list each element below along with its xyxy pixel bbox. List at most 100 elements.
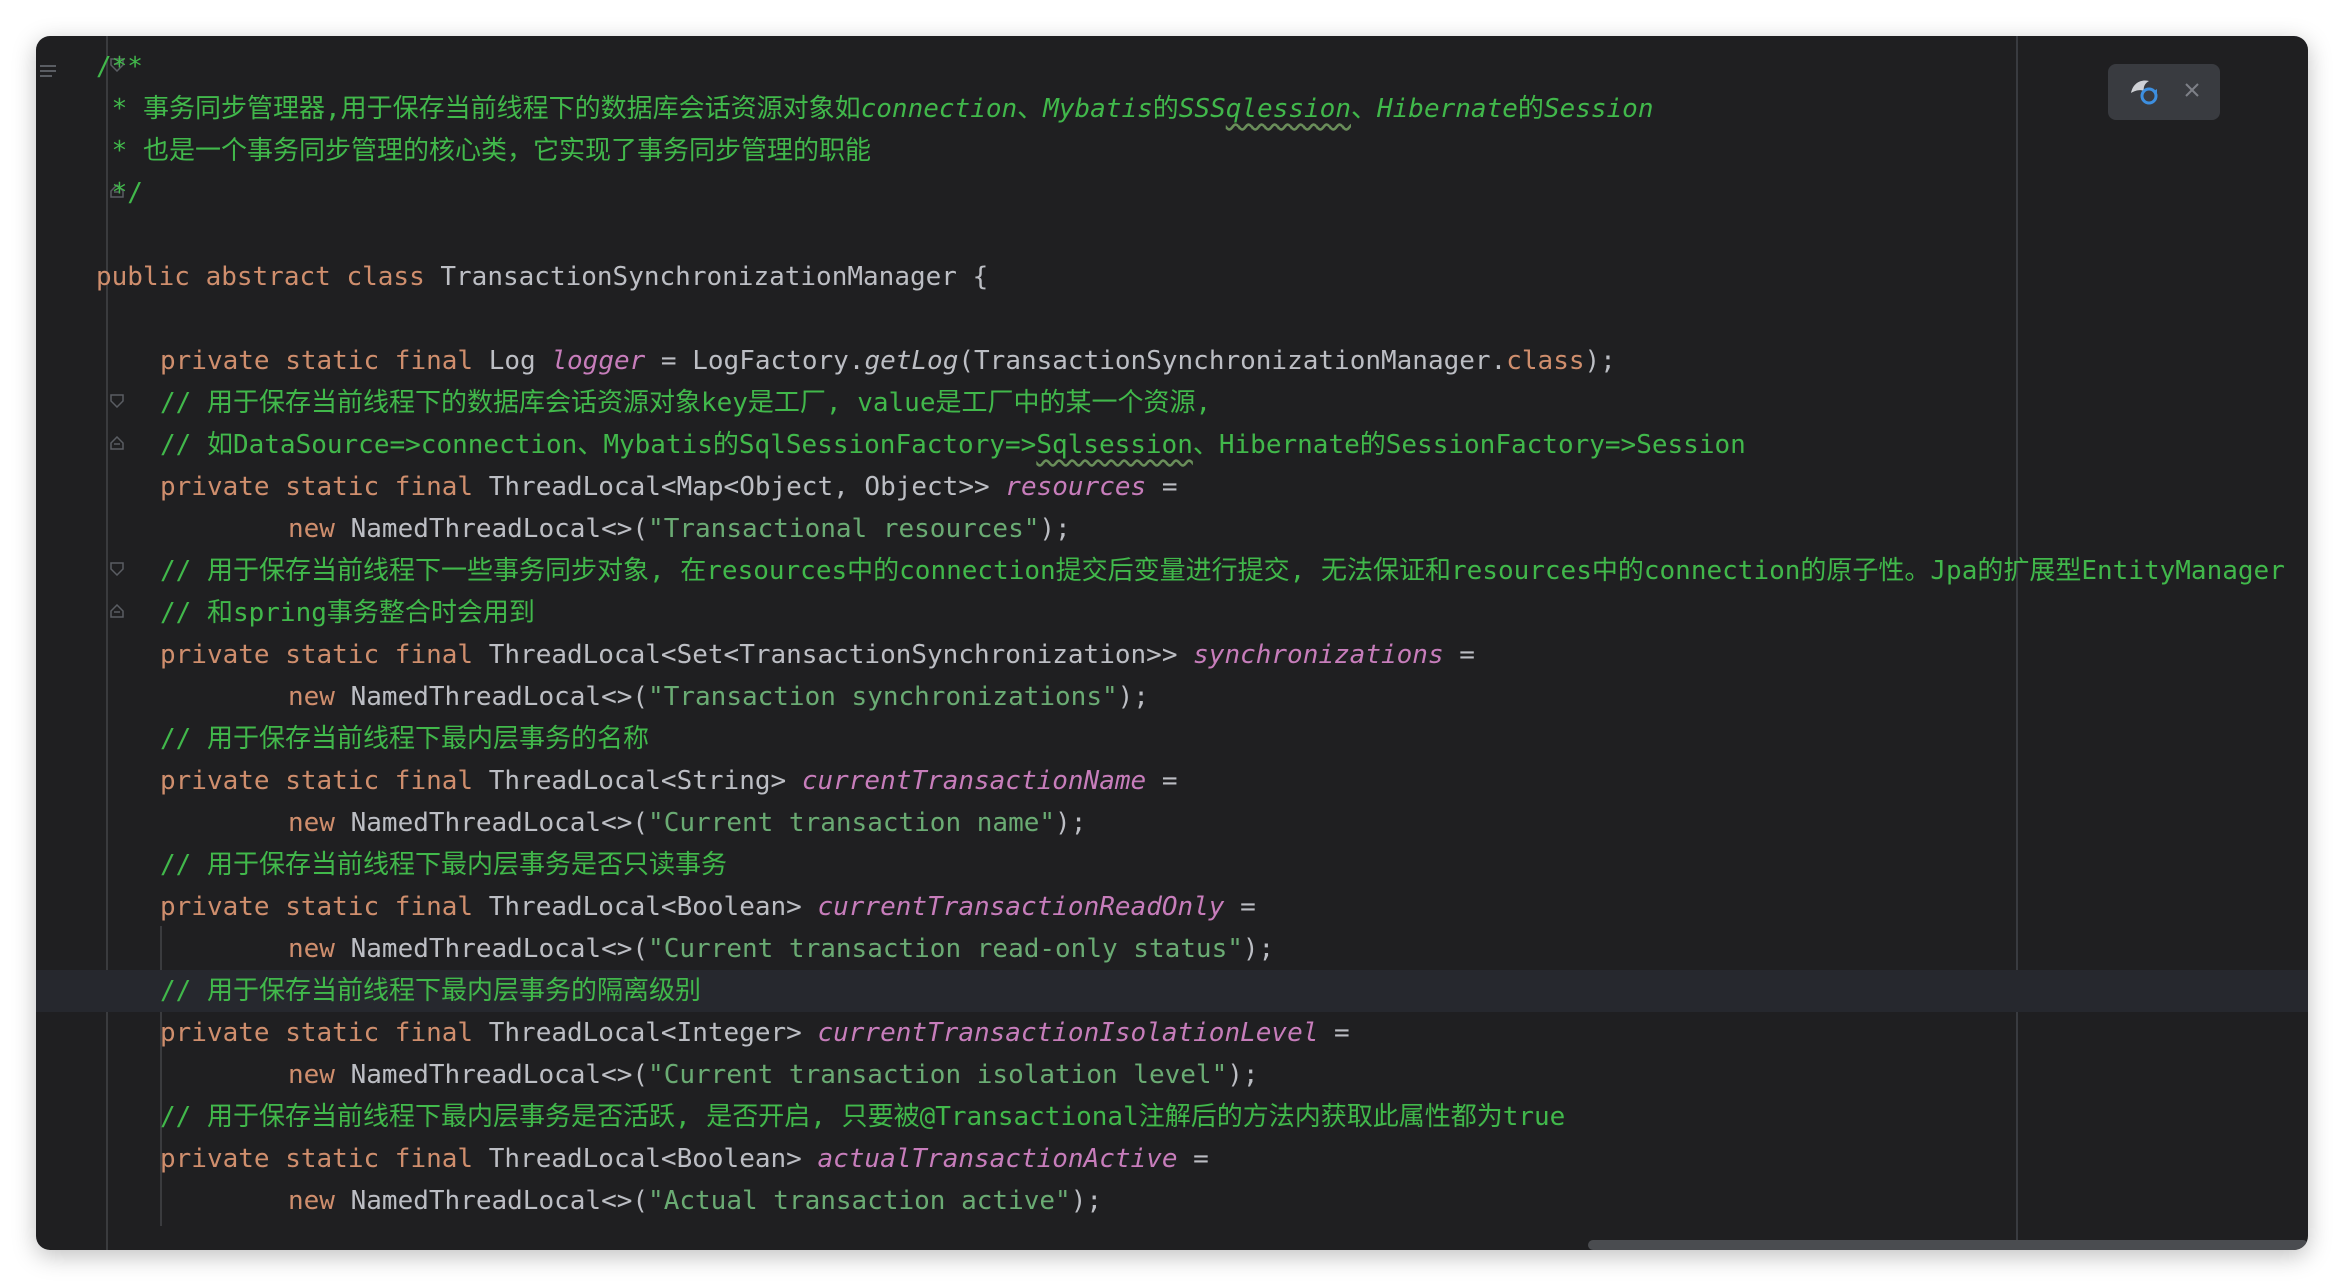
initializer: new NamedThreadLocal<>("Current transact… (288, 802, 1086, 844)
field-declaration: private static final ThreadLocal<Integer… (160, 1012, 1350, 1054)
keyword: class (1506, 346, 1585, 376)
comment-text: 、Hibernate的SessionFactory=>Session (1192, 430, 1746, 460)
line-comment: // 用于保存当前线程下最内层事务是否活跃, 是否开启, 只要被@Transac… (160, 1102, 1566, 1132)
comment-text: * 事务同步管理器,用于保存当前线程下的数据库会话资源对象如 (96, 94, 861, 124)
keyword: new (288, 808, 351, 838)
close-icon[interactable] (2183, 81, 2201, 103)
code-text: ); (1070, 1186, 1102, 1216)
code-line[interactable]: new NamedThreadLocal<>("Current transact… (36, 1054, 2308, 1096)
comment-italic: Mybatis (1043, 94, 1153, 124)
field-name: currentTransactionName (801, 766, 1147, 796)
keyword: private static final (160, 766, 489, 796)
doc-comment-close: */ (96, 178, 143, 208)
method-name: getLog (864, 346, 959, 376)
comment-italic: SSS (1178, 94, 1226, 124)
code-text: ); (1039, 514, 1071, 544)
field-declaration: private static final Log logger = LogFac… (160, 340, 1616, 382)
code-text: ); (1242, 934, 1275, 964)
code-text: = (1177, 1144, 1209, 1174)
code-line[interactable]: // 和spring事务整合时会用到 (36, 592, 2308, 634)
type-name: Log (488, 346, 552, 376)
code-line[interactable]: public abstract class TransactionSynchro… (36, 256, 2308, 298)
string-literal: "Transaction synchronizations" (648, 682, 1118, 712)
type-name: ThreadLocal<Boolean> (488, 892, 818, 922)
code-text: = (1146, 766, 1178, 796)
code-line[interactable]: * 也是一个事务同步管理的核心类，它实现了事务同步管理的职能 (36, 130, 2308, 172)
code-line[interactable]: // 用于保存当前线程下最内层事务是否只读事务 (36, 844, 2308, 886)
class-name: TransactionSynchronizationManager { (440, 262, 989, 292)
code-line[interactable]: private static final ThreadLocal<Boolean… (36, 886, 2308, 928)
field-declaration: private static final ThreadLocal<Map<Obj… (160, 466, 1178, 508)
code-line[interactable]: private static final ThreadLocal<Set<Tra… (36, 634, 2308, 676)
translate-icon[interactable] (2127, 73, 2161, 111)
keyword: private static final (160, 892, 489, 922)
class-declaration: public abstract class TransactionSynchro… (96, 256, 988, 298)
code-line[interactable]: private static final Log logger = LogFac… (36, 340, 2308, 382)
comment-italic: connection (860, 94, 1018, 124)
type-name: ThreadLocal<String> (488, 766, 802, 796)
keyword: public abstract class (96, 262, 441, 292)
code-text: (TransactionSynchronizationManager. (958, 346, 1507, 376)
code-editor[interactable]: /** * 事务同步管理器,用于保存当前线程下的数据库会话资源对象如connec… (36, 36, 2308, 1250)
constructor-call: NamedThreadLocal<>( (350, 514, 649, 544)
typo-word[interactable]: qlession (1226, 94, 1351, 124)
code-text: = (1318, 1018, 1350, 1048)
initializer: new NamedThreadLocal<>("Transaction sync… (288, 676, 1149, 718)
code-text: = (1146, 472, 1178, 502)
typo-word[interactable]: Sqlsession (1036, 430, 1193, 460)
keyword: private static final (160, 640, 489, 670)
code-line[interactable]: private static final ThreadLocal<Boolean… (36, 1138, 2308, 1180)
code-line[interactable]: // 用于保存当前线程下一些事务同步对象, 在resources中的connec… (36, 550, 2308, 592)
code-line[interactable]: // 如DataSource=>connection、Mybatis的SqlSe… (36, 424, 2308, 466)
code-line[interactable]: new NamedThreadLocal<>("Transaction sync… (36, 676, 2308, 718)
type-name: ThreadLocal<Map<Object, Object>> (488, 472, 1006, 502)
constructor-call: NamedThreadLocal<>( (350, 808, 649, 838)
code-line[interactable]: // 用于保存当前线程下最内层事务的名称 (36, 718, 2308, 760)
field-name: logger (551, 346, 646, 376)
field-name: currentTransactionReadOnly (817, 892, 1225, 922)
line-comment: // 用于保存当前线程下最内层事务是否只读事务 (160, 850, 727, 880)
field-name: resources (1005, 472, 1147, 502)
code-line[interactable]: new NamedThreadLocal<>("Current transact… (36, 928, 2308, 970)
field-declaration: private static final ThreadLocal<String>… (160, 760, 1178, 802)
comment-text: // 如DataSource=>connection、Mybatis的SqlSe… (160, 430, 1037, 460)
keyword: new (288, 934, 351, 964)
code-line[interactable]: new NamedThreadLocal<>("Current transact… (36, 802, 2308, 844)
comment-text: 的 (1517, 94, 1544, 124)
comment-italic: Session (1543, 94, 1654, 124)
code-line[interactable]: new NamedThreadLocal<>("Transactional re… (36, 508, 2308, 550)
string-literal: "Actual transaction active" (648, 1186, 1071, 1216)
keyword: private static final (160, 1144, 489, 1174)
code-line-current[interactable]: // 用于保存当前线程下最内层事务的隔离级别 (36, 970, 2308, 1012)
code-text: ); (1055, 808, 1087, 838)
code-line[interactable]: private static final ThreadLocal<String>… (36, 760, 2308, 802)
field-name: actualTransactionActive (817, 1144, 1178, 1174)
type-name: ThreadLocal<Boolean> (488, 1144, 818, 1174)
keyword: private static final (160, 472, 489, 502)
horizontal-scrollbar[interactable] (1588, 1240, 2308, 1250)
keyword: private static final (160, 1018, 489, 1048)
constructor-call: NamedThreadLocal<>( (350, 682, 649, 712)
code-text: = (1443, 640, 1475, 670)
code-line[interactable]: private static final ThreadLocal<Map<Obj… (36, 466, 2308, 508)
code-line[interactable]: /** (36, 46, 2308, 88)
code-line[interactable]: */ (36, 172, 2308, 214)
line-comment: // 用于保存当前线程下的数据库会话资源对象key是工厂, value是工厂中的… (160, 388, 1212, 418)
code-line[interactable]: * 事务同步管理器,用于保存当前线程下的数据库会话资源对象如connection… (36, 88, 2308, 130)
code-area[interactable]: /** * 事务同步管理器,用于保存当前线程下的数据库会话资源对象如connec… (36, 36, 2308, 1250)
code-line[interactable]: private static final ThreadLocal<Integer… (36, 1012, 2308, 1054)
code-line[interactable]: // 用于保存当前线程下最内层事务是否活跃, 是否开启, 只要被@Transac… (36, 1096, 2308, 1138)
code-line[interactable]: new NamedThreadLocal<>("Actual transacti… (36, 1180, 2308, 1222)
type-name: ThreadLocal<Set<TransactionSynchronizati… (488, 640, 1194, 670)
comment-italic: Hibernate (1377, 94, 1518, 124)
field-name: currentTransactionIsolationLevel (817, 1018, 1319, 1048)
code-line[interactable]: // 用于保存当前线程下的数据库会话资源对象key是工厂, value是工厂中的… (36, 382, 2308, 424)
line-comment: // 用于保存当前线程下一些事务同步对象, 在resources中的connec… (160, 556, 2285, 586)
line-comment: // 用于保存当前线程下最内层事务的名称 (160, 724, 649, 754)
constructor-call: NamedThreadLocal<>( (350, 934, 649, 964)
string-literal: "Current transaction name" (648, 808, 1056, 838)
keyword: new (288, 682, 351, 712)
field-declaration: private static final ThreadLocal<Boolean… (160, 1138, 1209, 1180)
floating-toolbar (2108, 64, 2220, 120)
field-name: synchronizations (1193, 640, 1444, 670)
